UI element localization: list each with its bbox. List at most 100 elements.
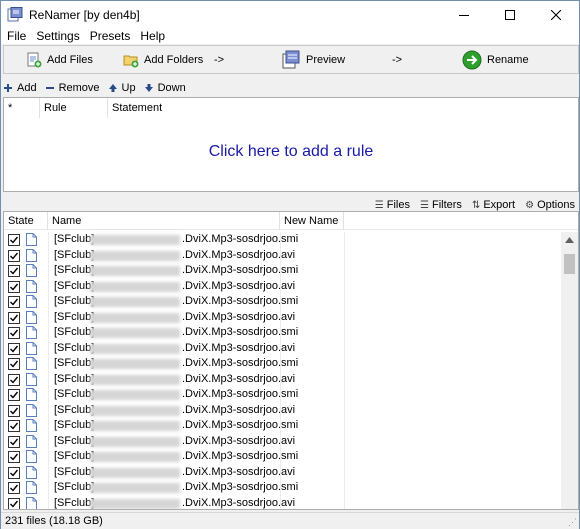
- add-folders-label: Add Folders: [144, 54, 204, 66]
- row-checkbox[interactable]: [8, 389, 20, 401]
- resize-grip-icon[interactable]: ⋰: [568, 517, 577, 528]
- options-button[interactable]: ⚙ Options: [525, 199, 575, 211]
- row-checkbox[interactable]: [8, 451, 20, 463]
- add-files-button[interactable]: Add Files: [26, 49, 93, 71]
- file-name-prefix: [SFclub]: [54, 403, 95, 416]
- file-name-suffix: .DviX.Mp3-sosdrjoo.avi: [182, 372, 296, 385]
- close-button[interactable]: [533, 1, 579, 28]
- file-row[interactable]: [SFclub] .DviX.Mp3-sosdrjoo.avi: [4, 247, 562, 264]
- row-checkbox[interactable]: [8, 497, 20, 509]
- files-col-name[interactable]: Name: [48, 212, 280, 230]
- rules-col-marker[interactable]: *: [4, 98, 40, 118]
- row-checkbox[interactable]: [8, 311, 20, 324]
- row-checkbox[interactable]: [8, 280, 20, 293]
- file-row[interactable]: [SFclub] .DviX.Mp3-sosdrjoo.avi: [4, 433, 562, 450]
- file-icon: [26, 279, 37, 293]
- file-name-redacted: [90, 343, 180, 354]
- move-up-button[interactable]: Up: [108, 82, 136, 94]
- file-row[interactable]: [SFclub] .DviX.Mp3-sosdrjoo.smi: [4, 356, 562, 372]
- grid-line: [344, 247, 345, 264]
- file-name-prefix: [SFclub]: [54, 248, 95, 261]
- scroll-thumb[interactable]: [564, 254, 575, 274]
- file-row[interactable]: [SFclub] .DviX.Mp3-sosdrjoo.avi: [4, 309, 562, 326]
- file-row[interactable]: [SFclub] .DviX.Mp3-sosdrjoo.avi: [4, 495, 562, 509]
- preview-button[interactable]: Preview: [281, 49, 345, 71]
- row-checkbox[interactable]: [8, 420, 20, 432]
- menu-presets[interactable]: Presets: [85, 28, 136, 44]
- add-files-icon: [27, 52, 42, 68]
- file-icon: [26, 248, 37, 262]
- file-row[interactable]: [SFclub] .DviX.Mp3-sosdrjoo.smi: [4, 418, 562, 434]
- file-name-prefix: [SFclub]: [54, 419, 95, 431]
- export-button[interactable]: ⇅ Export: [472, 199, 515, 211]
- file-row[interactable]: [SFclub] .DviX.Mp3-sosdrjoo.smi: [4, 449, 562, 465]
- file-row[interactable]: [SFclub] .DviX.Mp3-sosdrjoo.avi: [4, 278, 562, 295]
- row-checkbox[interactable]: [8, 342, 20, 355]
- row-checkbox[interactable]: [8, 327, 20, 339]
- files-icon: ☰: [374, 199, 384, 211]
- row-checkbox[interactable]: [8, 435, 20, 448]
- file-name-redacted: [90, 436, 180, 447]
- grid-line: [280, 449, 281, 465]
- file-name-prefix: [SFclub]: [54, 326, 95, 338]
- rules-col-statement[interactable]: Statement: [108, 98, 580, 118]
- file-name-suffix: .DviX.Mp3-sosdrjoo.avi: [182, 465, 296, 478]
- add-folders-button[interactable]: Add Folders: [123, 49, 203, 71]
- file-name-redacted: [90, 483, 180, 493]
- menu-file[interactable]: File: [1, 28, 31, 44]
- files-menu-button[interactable]: ☰ Files: [375, 199, 410, 211]
- menu-help[interactable]: Help: [135, 28, 170, 44]
- grid-line: [280, 263, 281, 279]
- checkmark-icon: [10, 283, 19, 291]
- add-rule-prompt[interactable]: Click here to add a rule: [4, 143, 578, 161]
- move-down-button[interactable]: Down: [144, 82, 186, 94]
- row-checkbox[interactable]: [8, 358, 20, 370]
- rename-icon: [462, 50, 482, 70]
- file-row[interactable]: [SFclub] .DviX.Mp3-sosdrjoo.avi: [4, 402, 562, 419]
- file-row[interactable]: [SFclub] .DviX.Mp3-sosdrjoo.smi: [4, 387, 562, 403]
- checkmark-icon: [10, 438, 19, 446]
- file-row[interactable]: [SFclub] .DviX.Mp3-sosdrjoo.smi: [4, 294, 562, 310]
- files-col-new-name[interactable]: New Name: [280, 212, 344, 230]
- scroll-up-icon[interactable]: [565, 237, 574, 243]
- files-col-state[interactable]: State: [4, 212, 48, 230]
- file-name-redacted: [90, 312, 180, 323]
- add-rule-button[interactable]: Add: [3, 82, 37, 94]
- file-row[interactable]: [SFclub] .DviX.Mp3-sosdrjoo.smi: [4, 480, 562, 496]
- file-row[interactable]: [SFclub] .DviX.Mp3-sosdrjoo.smi: [4, 325, 562, 341]
- files-scrollbar[interactable]: [561, 232, 578, 509]
- maximize-button[interactable]: [487, 1, 533, 28]
- file-row[interactable]: [SFclub] .DviX.Mp3-sosdrjoo.smi: [4, 232, 562, 248]
- file-row[interactable]: [SFclub] .DviX.Mp3-sosdrjoo.avi: [4, 464, 562, 481]
- grid-line: [280, 402, 281, 419]
- row-checkbox[interactable]: [8, 265, 20, 277]
- menu-settings[interactable]: Settings: [31, 28, 84, 44]
- file-icon: [26, 388, 37, 401]
- rules-grid[interactable]: * Rule Statement Click here to add a rul…: [3, 97, 579, 192]
- checkmark-icon: [10, 252, 19, 260]
- file-row[interactable]: [SFclub] .DviX.Mp3-sosdrjoo.avi: [4, 371, 562, 388]
- row-checkbox[interactable]: [8, 373, 20, 386]
- row-checkbox[interactable]: [8, 466, 20, 479]
- remove-rule-button[interactable]: Remove: [45, 82, 100, 94]
- row-checkbox[interactable]: [8, 404, 20, 417]
- file-row[interactable]: [SFclub] .DviX.Mp3-sosdrjoo.smi: [4, 263, 562, 279]
- minimize-button[interactable]: [441, 1, 487, 28]
- grid-line: [344, 402, 345, 419]
- file-name-prefix: [SFclub]: [54, 481, 95, 493]
- grid-line: [280, 340, 281, 357]
- rename-button[interactable]: Rename: [462, 49, 529, 71]
- close-icon: [551, 9, 561, 20]
- grid-line: [344, 449, 345, 465]
- export-label: Export: [483, 199, 516, 211]
- row-checkbox[interactable]: [8, 234, 20, 246]
- filters-button[interactable]: ☰ Filters: [420, 199, 462, 211]
- file-row[interactable]: [SFclub] .DviX.Mp3-sosdrjoo.avi: [4, 340, 562, 357]
- grid-line: [344, 340, 345, 357]
- row-checkbox[interactable]: [8, 482, 20, 494]
- checkmark-icon: [10, 484, 19, 492]
- row-checkbox[interactable]: [8, 249, 20, 262]
- row-checkbox[interactable]: [8, 296, 20, 308]
- files-grid[interactable]: State Name New Name [SFclub] .DviX.Mp3-so…: [3, 211, 579, 510]
- rules-col-rule[interactable]: Rule: [40, 98, 108, 118]
